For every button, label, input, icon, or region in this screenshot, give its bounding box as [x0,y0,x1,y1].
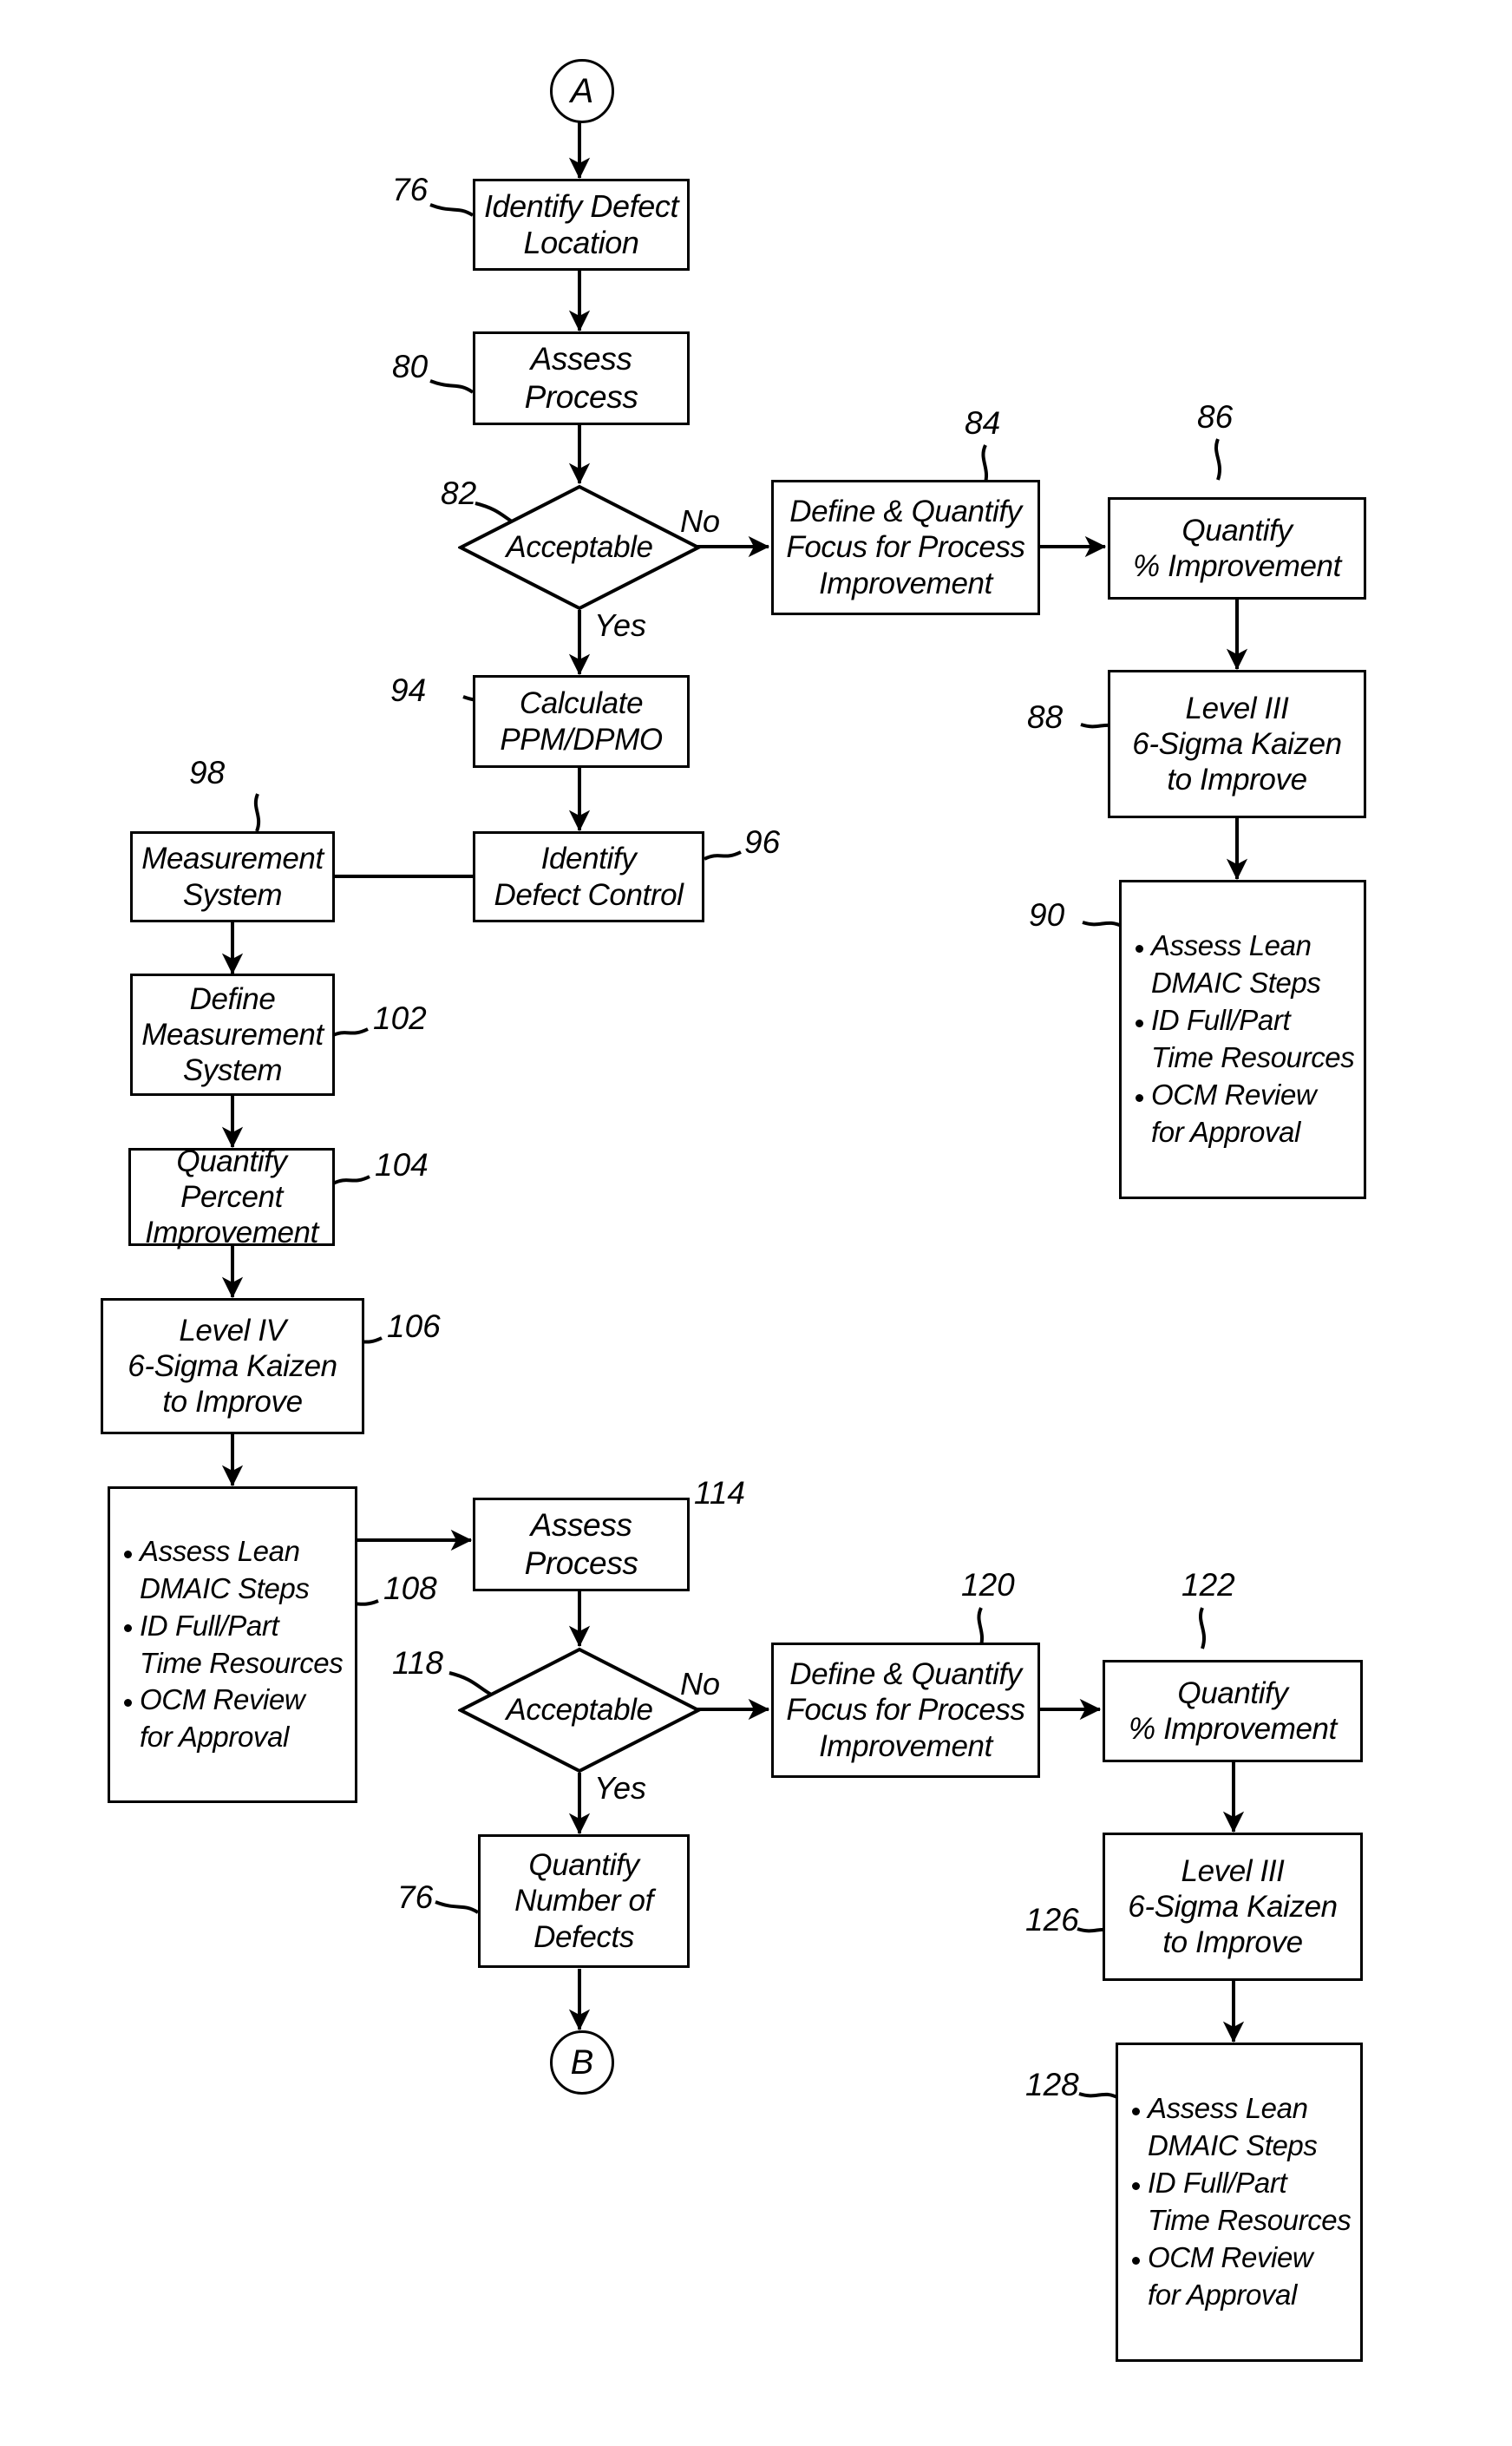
node-define-quantify-2: Define & Quantify Focus for Process Impr… [771,1643,1040,1778]
ref-88: 88 [1027,699,1064,735]
node-identify-defect-control: Identify Defect Control [473,831,704,922]
ref-120: 120 [961,1567,1015,1603]
ref-126: 126 [1025,1902,1079,1938]
node-measurement-system-text: Measurement System [141,842,324,912]
node-assess-lean-3-bullet-0: Assess Lean DMAIC Steps [1130,2090,1353,2165]
connector-a: A [550,59,614,123]
ref-94: 94 [390,672,427,708]
node-level4-kaizen-text: Level IV 6-Sigma Kaizen to Improve [128,1313,337,1420]
ref-96: 96 [744,824,781,860]
ref-86: 86 [1197,399,1234,435]
node-level3-kaizen-2-text: Level III 6-Sigma Kaizen to Improve [1128,1853,1338,1960]
node-level3-kaizen-1: Level III 6-Sigma Kaizen to Improve [1108,670,1366,818]
ref-118: 118 [392,1645,443,1681]
node-quantify-pct-1-text: Quantify % Improvement [1133,513,1341,583]
ref-108: 108 [383,1571,437,1606]
node-define-quantify-1-text: Define & Quantify Focus for Process Impr… [786,495,1025,600]
node-assess-process-1: Assess Process [473,331,690,425]
ref-106: 106 [387,1308,441,1344]
ref-84: 84 [965,405,1001,441]
node-define-quantify-2-text: Define & Quantify Focus for Process Impr… [786,1657,1025,1763]
node-quantify-number-of-defects: Quantify Number of Defects [478,1834,690,1968]
ref-76-bottom: 76 [397,1879,434,1915]
flowchart-sheet: A B Identify Defect Location Assess Proc… [0,0,1512,2446]
node-calculate-ppm-dpmo-text: Calculate PPM/DPMO [500,686,663,757]
node-quantify-pct-2-text: Quantify % Improvement [1129,1675,1337,1746]
edge-label-yes-2: Yes [594,1770,647,1806]
node-quantify-percent-improvement: Quantify Percent Improvement [128,1144,335,1249]
edge-label-yes-1: Yes [594,607,647,643]
node-calculate-ppm-dpmo: Calculate PPM/DPMO [473,675,690,768]
node-assess-lean-3: Assess Lean DMAIC Steps ID Full/Part Tim… [1116,2043,1363,2362]
node-assess-lean-1-bullet-0: Assess Lean DMAIC Steps [1134,928,1357,1002]
node-quantify-number-of-defects-text: Quantify Number of Defects [514,1848,653,1954]
node-acceptable-2: Acceptable [458,1647,701,1774]
ref-114: 114 [694,1475,745,1511]
node-assess-lean-2: Assess Lean DMAIC Steps ID Full/Part Tim… [108,1486,357,1803]
node-assess-lean-2-bullet-0: Assess Lean DMAIC Steps [122,1533,348,1608]
edge-label-no-1: No [680,503,721,539]
node-assess-process-1-text: Assess Process [524,341,638,415]
ref-80: 80 [392,349,429,384]
node-level3-kaizen-2: Level III 6-Sigma Kaizen to Improve [1103,1833,1363,1981]
node-define-measurement-system: Define Measurement System [130,974,335,1096]
node-assess-lean-1: Assess Lean DMAIC Steps ID Full/Part Tim… [1119,880,1366,1199]
node-assess-lean-2-bullet-2: OCM Review for Approval [122,1682,348,1756]
ref-98: 98 [189,755,226,790]
node-define-quantify-1: Define & Quantify Focus for Process Impr… [771,480,1040,615]
node-assess-process-2-text: Assess Process [524,1507,638,1581]
ref-82: 82 [441,475,477,511]
edge-label-no-2: No [680,1666,721,1702]
ref-122: 122 [1181,1567,1235,1603]
node-quantify-pct-1: Quantify % Improvement [1108,497,1366,600]
connector-b-label: B [570,2043,594,2082]
node-acceptable-1: Acceptable [458,484,701,611]
ref-102: 102 [373,1000,427,1036]
node-identify-defect-location-text: Identify Defect Location [483,187,679,260]
node-assess-process-2: Assess Process [473,1498,690,1591]
node-assess-lean-3-bullet-2: OCM Review for Approval [1130,2239,1353,2314]
ref-128: 128 [1025,2067,1079,2102]
node-quantify-pct-2: Quantify % Improvement [1103,1660,1363,1762]
ref-104: 104 [375,1147,429,1183]
node-level3-kaizen-1-text: Level III 6-Sigma Kaizen to Improve [1132,691,1342,797]
node-measurement-system: Measurement System [130,831,335,922]
node-assess-lean-3-bullet-1: ID Full/Part Time Resources [1130,2165,1353,2239]
node-define-measurement-system-text: Define Measurement System [141,981,324,1088]
node-assess-lean-1-bullet-1: ID Full/Part Time Resources [1134,1002,1357,1077]
node-acceptable-1-text: Acceptable [506,530,653,564]
node-assess-lean-1-bullet-2: OCM Review for Approval [1134,1077,1357,1151]
ref-76-top: 76 [392,172,429,207]
node-assess-lean-2-bullet-1: ID Full/Part Time Resources [122,1608,348,1682]
ref-90: 90 [1029,897,1065,933]
node-identify-defect-location: Identify Defect Location [473,179,690,271]
node-quantify-percent-improvement-text: Quantify Percent Improvement [145,1144,318,1250]
connector-b: B [550,2030,614,2095]
node-level4-kaizen: Level IV 6-Sigma Kaizen to Improve [101,1298,364,1434]
connector-a-label: A [570,71,594,110]
node-acceptable-2-text: Acceptable [506,1693,653,1727]
node-identify-defect-control-text: Identify Defect Control [494,842,684,912]
